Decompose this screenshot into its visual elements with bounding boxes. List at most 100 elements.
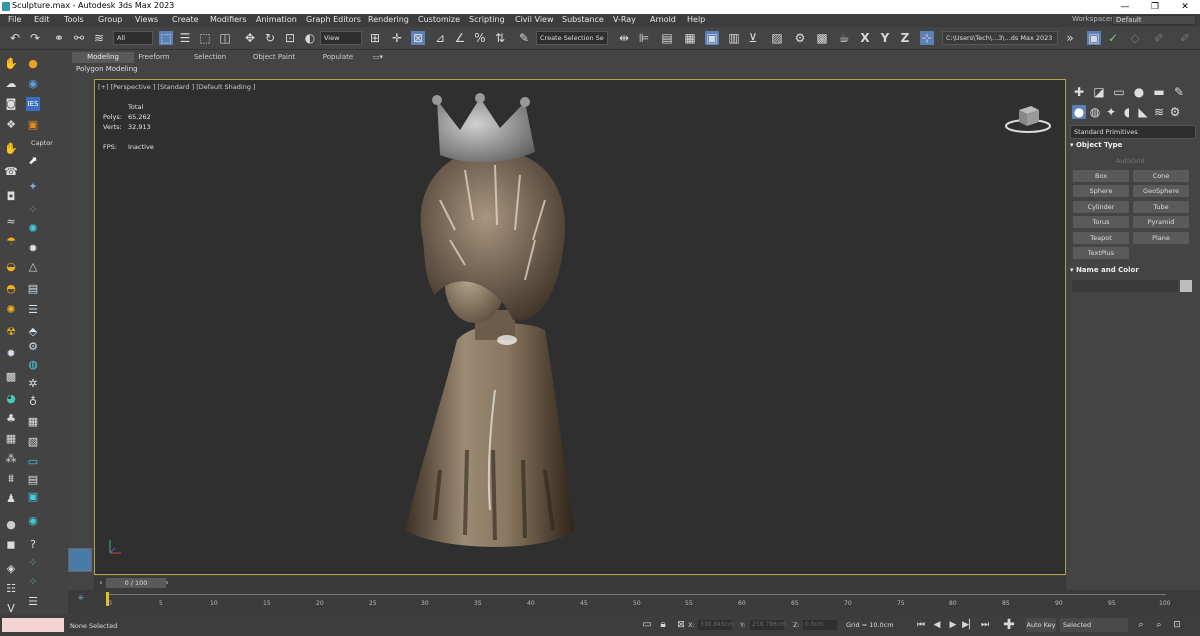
stack-icon[interactable]: ▦ — [26, 415, 40, 429]
viewport-layout-thumb[interactable] — [68, 548, 92, 572]
node-icon[interactable]: ⁘ — [26, 575, 40, 589]
lamp-icon[interactable]: ☂ — [4, 235, 18, 249]
help-icon[interactable]: ? — [26, 538, 40, 552]
selection-filter-dropdown[interactable]: All — [113, 31, 153, 45]
auto-key-button[interactable]: Auto Key — [1026, 618, 1056, 632]
motion-tab-icon[interactable]: ● — [1132, 85, 1146, 99]
textplus-button[interactable]: TextPlus — [1073, 247, 1129, 259]
render-production-icon[interactable]: ☕ — [837, 31, 851, 45]
pivot-center-icon[interactable]: ⊞ — [368, 31, 382, 45]
sphere-icon[interactable]: ◉ — [26, 77, 40, 91]
ribbon-tab-populate[interactable]: Populate — [316, 52, 360, 63]
set-key-icon[interactable]: ✚ — [1002, 618, 1016, 632]
globe-icon[interactable]: ◍ — [26, 358, 40, 372]
menu-scripting[interactable]: Scripting — [469, 15, 505, 24]
unlink-icon[interactable]: ⚯ — [72, 31, 86, 45]
goto-end-icon[interactable]: ⏭ — [978, 618, 992, 632]
save-icon[interactable]: ▣ — [1087, 31, 1101, 45]
menu-group[interactable]: Group — [98, 15, 122, 24]
time-slider-thumb[interactable]: 0 / 100 — [106, 578, 166, 588]
edit-named-selection-icon[interactable]: ✎ — [517, 31, 531, 45]
cube-icon[interactable]: ▩ — [4, 370, 18, 384]
object-name-field[interactable] — [1072, 280, 1178, 292]
display-tab-icon[interactable]: ▬ — [1152, 85, 1166, 99]
bind-space-warp-icon[interactable]: ≋ — [92, 31, 106, 45]
sun-light-icon[interactable]: ✺ — [4, 303, 18, 317]
sheet-icon[interactable]: ▤ — [26, 473, 40, 487]
burst-icon[interactable]: ✹ — [4, 347, 18, 361]
panel-icon[interactable]: ▧ — [26, 435, 40, 449]
ribbon-options-icon[interactable]: ▭▾ — [368, 52, 388, 63]
lights-icon[interactable]: ✦ — [1104, 105, 1118, 119]
sparkle-icon[interactable]: ⁘ — [26, 556, 40, 570]
menu-arnold[interactable]: Arnold — [650, 15, 676, 24]
radiation-icon[interactable]: ☢ — [4, 325, 18, 339]
figure-icon[interactable]: ♟ — [4, 492, 18, 506]
rotate-icon[interactable]: ↻ — [263, 31, 277, 45]
time-slider[interactable]: ‹ 0 / 100 › — [94, 576, 1066, 590]
move-icon[interactable]: ✥ — [243, 31, 257, 45]
geometry-icon[interactable]: ● — [1072, 105, 1086, 119]
zoom-all-icon[interactable]: ⌕ — [1152, 618, 1166, 632]
bulb-icon[interactable]: ✺ — [26, 222, 40, 236]
spot-light-icon[interactable]: ◓ — [4, 282, 18, 296]
close-button[interactable]: ✕ — [1170, 0, 1200, 14]
frame-icon[interactable]: ▣ — [26, 490, 40, 504]
x-coord-field[interactable]: 338.845cm — [698, 620, 734, 630]
grid-icon[interactable]: ▦ — [4, 432, 18, 446]
absolute-mode-icon[interactable]: ⊠ — [674, 618, 688, 632]
plane-button[interactable]: Plane — [1133, 232, 1189, 244]
cameras-icon[interactable]: ◖ — [1120, 105, 1134, 119]
ribbon-panel-polygon-modeling[interactable]: Polygon Modeling — [76, 65, 138, 73]
next-frame-icon[interactable]: ▶▏ — [962, 618, 976, 632]
key-filter-dropdown[interactable]: Selected — [1060, 618, 1128, 632]
shapes-icon[interactable]: ◍ — [1088, 105, 1102, 119]
goto-start-icon[interactable]: ⏮ — [914, 618, 928, 632]
snaps-toggle-icon[interactable]: ⊿ — [433, 31, 447, 45]
check-icon[interactable]: ✓ — [1106, 31, 1120, 45]
xy-plane-icon[interactable]: ⊹ — [920, 31, 934, 45]
material-editor-icon[interactable]: ▨ — [770, 31, 784, 45]
manipulate-icon[interactable]: ✛ — [390, 31, 404, 45]
z-coord-field[interactable]: 0.0cm — [803, 620, 837, 630]
ribbon-tab-selection[interactable]: Selection — [190, 52, 230, 63]
axis-x-button[interactable]: X — [858, 31, 872, 45]
menu-create[interactable]: Create — [172, 15, 199, 24]
track-bar[interactable]: ⁜ 0 5 10 15 20 25 30 35 40 45 50 55 60 6… — [68, 590, 1200, 614]
menu-rendering[interactable]: Rendering — [368, 15, 409, 24]
cloud-icon[interactable]: ☁ — [4, 77, 18, 91]
name-and-color-rollout[interactable]: ▾ Name and Color — [1070, 266, 1196, 278]
pyramid-button[interactable]: Pyramid — [1133, 216, 1189, 228]
torus-button[interactable]: Torus — [1073, 216, 1129, 228]
selection-lock-icon[interactable]: 🔒︎ — [656, 618, 670, 632]
axis-z-button[interactable]: Z — [898, 31, 912, 45]
object-icon[interactable]: ● — [26, 57, 40, 71]
helpers-icon[interactable]: ◣ — [1136, 105, 1150, 119]
grass-icon[interactable]: ⁂ — [4, 452, 18, 466]
gear-icon[interactable]: ⚙ — [26, 340, 40, 354]
systems-icon[interactable]: ⚙ — [1168, 105, 1182, 119]
window-crossing-icon[interactable]: ◫ — [218, 31, 232, 45]
cone-button[interactable]: Cone — [1133, 170, 1189, 182]
spin-icon[interactable]: ✲ — [26, 377, 40, 391]
workspace-select[interactable]: Default — [1112, 15, 1196, 25]
menu-civil-view[interactable]: Civil View — [515, 15, 554, 24]
sphere-button[interactable]: Sphere — [1073, 185, 1129, 197]
menu-substance[interactable]: Substance — [562, 15, 604, 24]
menu-vray[interactable]: V-Ray — [613, 15, 636, 24]
menu-help[interactable]: Help — [687, 15, 705, 24]
menu-animation[interactable]: Animation — [256, 15, 297, 24]
teapot-button[interactable]: Teapot — [1073, 232, 1129, 244]
bulb-outline-icon[interactable]: ♁ — [26, 395, 40, 409]
ribbon-tab-object-paint[interactable]: Object Paint — [248, 52, 300, 63]
brush-icon[interactable]: ✐ — [1152, 31, 1166, 45]
brush-settings-icon[interactable]: ✐ — [1178, 31, 1192, 45]
redo-icon[interactable]: ↷ — [28, 31, 42, 45]
play-icon[interactable]: ▶ — [946, 618, 960, 632]
monitor-icon[interactable]: ▭ — [26, 455, 40, 469]
place-icon[interactable]: ◐ — [303, 31, 317, 45]
utilities-tab-icon[interactable]: ✎ — [1172, 85, 1186, 99]
list-icon[interactable]: ☰ — [26, 303, 40, 317]
wave-icon[interactable]: ≈ — [4, 215, 18, 229]
toggle-scene-explorer-icon[interactable]: ▤ — [660, 31, 674, 45]
